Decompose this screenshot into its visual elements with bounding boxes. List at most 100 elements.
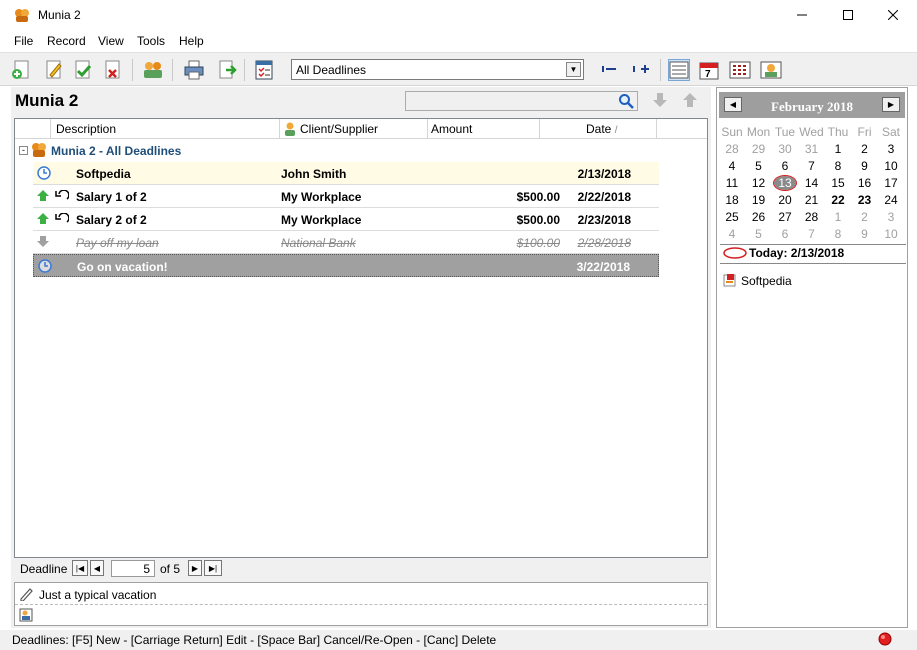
new-record-button[interactable] bbox=[10, 59, 32, 81]
menu-file[interactable]: File bbox=[14, 34, 33, 48]
calendar-day[interactable]: 19 bbox=[746, 193, 772, 207]
close-button[interactable] bbox=[870, 0, 916, 30]
calendar-day[interactable]: 29 bbox=[746, 142, 772, 156]
group-row[interactable]: - Munia 2 - All Deadlines bbox=[19, 141, 659, 161]
contact-card-icon bbox=[760, 61, 782, 79]
calendar-day[interactable]: 9 bbox=[852, 227, 878, 241]
record-navigator: Deadline |◀ ◀ 5 of 5 ▶ ▶| bbox=[14, 558, 708, 580]
calendar-day[interactable]: 18 bbox=[719, 193, 745, 207]
calendar-day[interactable]: 31 bbox=[799, 142, 825, 156]
calendar-day[interactable]: 12 bbox=[746, 176, 772, 190]
column-header-description[interactable]: Description bbox=[51, 119, 280, 139]
calendar-day[interactable]: 3 bbox=[878, 210, 904, 224]
table-row[interactable]: Salary 2 of 2 My Workplace $500.00 2/23/… bbox=[33, 208, 659, 231]
calendar-day[interactable]: 2 bbox=[852, 210, 878, 224]
contacts-button[interactable] bbox=[142, 59, 164, 81]
calendar-day[interactable]: 30 bbox=[772, 142, 798, 156]
calendar-day[interactable]: 7 bbox=[799, 159, 825, 173]
calendar-day[interactable]: 5 bbox=[746, 159, 772, 173]
cell-date: 2/13/2018 bbox=[577, 167, 631, 181]
calendar-day[interactable]: 9 bbox=[852, 159, 878, 173]
move-down-button[interactable] bbox=[651, 91, 669, 109]
next-record-button[interactable]: ▶ bbox=[188, 560, 202, 576]
current-record-input[interactable]: 5 bbox=[111, 560, 155, 577]
calendar-day[interactable]: 22 bbox=[825, 193, 851, 207]
column-header-client[interactable]: Client/Supplier bbox=[280, 119, 428, 139]
navigator-label: Deadline bbox=[20, 562, 68, 576]
calendar-day[interactable]: 13 bbox=[773, 175, 797, 191]
collapse-all-button[interactable] bbox=[599, 59, 621, 81]
delete-record-button[interactable] bbox=[102, 59, 124, 81]
move-up-button[interactable] bbox=[681, 91, 699, 109]
deadline-filter-select[interactable]: All Deadlines ▼ bbox=[291, 59, 584, 80]
maximize-button[interactable] bbox=[825, 0, 871, 30]
menu-tools[interactable]: Tools bbox=[137, 34, 165, 48]
collapse-group-icon[interactable]: - bbox=[19, 146, 28, 155]
calendar-day[interactable]: 3 bbox=[878, 142, 904, 156]
cell-date: 2/23/2018 bbox=[577, 213, 631, 227]
table-row[interactable]: Softpedia John Smith 2/13/2018 bbox=[33, 162, 659, 185]
cell-description: Go on vacation! bbox=[77, 260, 168, 274]
today-label[interactable]: Today: 2/13/2018 bbox=[749, 246, 844, 260]
column-header-indicator[interactable] bbox=[15, 119, 51, 139]
calendar-day[interactable]: 23 bbox=[852, 193, 878, 207]
last-record-button[interactable]: ▶| bbox=[204, 560, 222, 576]
search-icon[interactable] bbox=[618, 93, 634, 109]
calendar-day[interactable]: 2 bbox=[852, 142, 878, 156]
chevron-down-icon[interactable]: ▼ bbox=[566, 62, 581, 77]
calendar-day[interactable]: 4 bbox=[719, 227, 745, 241]
list-view-button[interactable] bbox=[668, 59, 690, 81]
calendar-day[interactable]: 16 bbox=[852, 176, 878, 190]
contacts-view-button[interactable] bbox=[760, 59, 782, 81]
menu-view[interactable]: View bbox=[98, 34, 124, 48]
cell-client: John Smith bbox=[281, 167, 347, 181]
previous-record-button[interactable]: ◀ bbox=[90, 560, 104, 576]
checklist-button[interactable] bbox=[253, 59, 275, 81]
calendar-day[interactable]: 1 bbox=[825, 142, 851, 156]
calendar-day[interactable]: 10 bbox=[878, 227, 904, 241]
calendar-day[interactable]: 24 bbox=[878, 193, 904, 207]
column-header-amount[interactable]: Amount bbox=[428, 119, 540, 139]
print-button[interactable] bbox=[183, 59, 205, 81]
menu-record[interactable]: Record bbox=[47, 34, 86, 48]
calendar-day[interactable]: 6 bbox=[772, 227, 798, 241]
calendar-day[interactable]: 28 bbox=[719, 142, 745, 156]
calendar-day[interactable]: 14 bbox=[799, 176, 825, 190]
calendar-day[interactable]: 27 bbox=[772, 210, 798, 224]
window-title: Munia 2 bbox=[38, 8, 81, 22]
calendar-day[interactable]: 7 bbox=[799, 227, 825, 241]
export-button[interactable] bbox=[216, 59, 238, 81]
calendar-day[interactable]: 1 bbox=[825, 210, 851, 224]
first-record-button[interactable]: |◀ bbox=[72, 560, 88, 576]
note-flag-icon bbox=[723, 274, 736, 287]
calendar-day[interactable]: 25 bbox=[719, 210, 745, 224]
calendar-day[interactable]: 11 bbox=[719, 176, 745, 190]
calendar-day[interactable]: 21 bbox=[799, 193, 825, 207]
calendar-day[interactable]: 26 bbox=[746, 210, 772, 224]
calendar-day[interactable]: 20 bbox=[772, 193, 798, 207]
table-row[interactable]: Salary 1 of 2 My Workplace $500.00 2/22/… bbox=[33, 185, 659, 208]
search-input[interactable] bbox=[405, 91, 638, 111]
cell-description: Pay off my loan bbox=[76, 236, 159, 250]
next-month-button[interactable]: ▶ bbox=[882, 97, 900, 112]
menu-help[interactable]: Help bbox=[179, 34, 204, 48]
calendar-day[interactable]: 6 bbox=[772, 159, 798, 173]
complete-record-button[interactable] bbox=[72, 59, 94, 81]
agenda-item[interactable]: Softpedia bbox=[741, 274, 792, 288]
day-view-button[interactable]: 7 bbox=[698, 59, 720, 81]
table-row-selected[interactable]: Go on vacation! 3/22/2018 bbox=[33, 254, 659, 277]
minimize-button[interactable] bbox=[779, 0, 825, 30]
month-view-button[interactable] bbox=[729, 59, 751, 81]
calendar-day[interactable]: 15 bbox=[825, 176, 851, 190]
column-header-date[interactable]: Date / bbox=[540, 119, 657, 139]
calendar-day[interactable]: 8 bbox=[825, 227, 851, 241]
calendar-day[interactable]: 28 bbox=[799, 210, 825, 224]
calendar-day[interactable]: 5 bbox=[746, 227, 772, 241]
calendar-day[interactable]: 4 bbox=[719, 159, 745, 173]
edit-record-button[interactable] bbox=[43, 59, 65, 81]
calendar-day[interactable]: 17 bbox=[878, 176, 904, 190]
table-row[interactable]: Pay off my loan National Bank $100.00 2/… bbox=[33, 231, 659, 254]
calendar-day[interactable]: 10 bbox=[878, 159, 904, 173]
expand-all-button[interactable] bbox=[630, 59, 652, 81]
calendar-day[interactable]: 8 bbox=[825, 159, 851, 173]
